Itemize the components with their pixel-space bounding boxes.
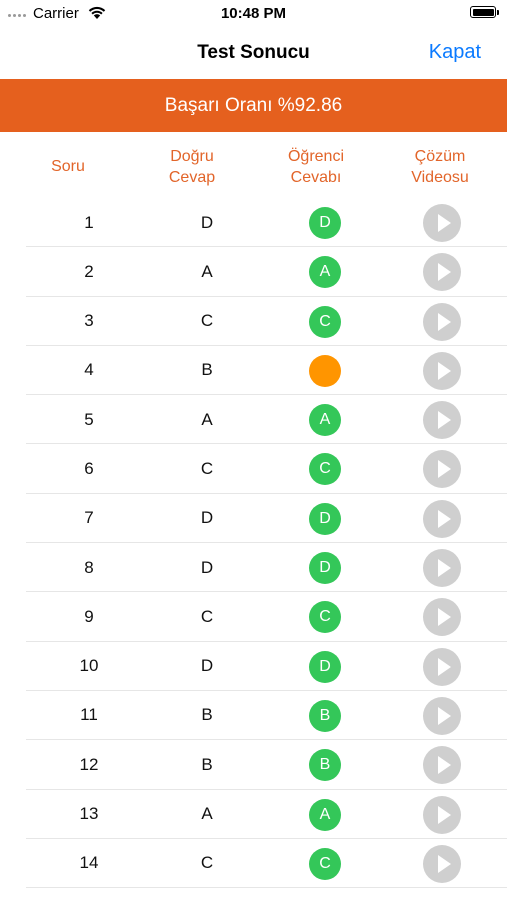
play-video-button[interactable] — [423, 450, 461, 489]
table-row: 2 A A — [26, 247, 507, 297]
column-header-student-line1: Öğrenci — [287, 148, 345, 165]
play-video-button[interactable] — [423, 795, 461, 834]
results-list: 1 D D 2 A A 3 C C 4 B 5 A A 6 C C 7 D D 8 D D 9 C C 10 D D 11 B B 12 B B 13… — [0, 198, 507, 889]
question-number: 10 — [79, 656, 99, 676]
play-video-button[interactable] — [423, 746, 461, 785]
table-row: 14 C C — [26, 839, 507, 889]
question-number: 3 — [84, 311, 94, 331]
question-number: 4 — [84, 360, 94, 380]
table-row: 3 C C — [26, 297, 507, 346]
student-answer-badge: C — [309, 305, 341, 338]
column-header-correct-line2: Cevap — [168, 169, 216, 186]
play-video-button[interactable] — [423, 647, 461, 686]
column-header-student-answer: Öğrenci Cevabı — [261, 146, 371, 188]
play-video-button[interactable] — [423, 499, 461, 538]
column-header-video-line2: Videosu — [411, 169, 469, 186]
table-row: 5 A A — [26, 395, 507, 445]
play-video-button[interactable] — [423, 204, 461, 242]
student-answer-badge: D — [309, 207, 341, 239]
question-number: 2 — [84, 261, 94, 281]
student-answer-badge: B — [309, 699, 341, 732]
table-row: 10 D D — [26, 642, 507, 691]
question-number: 11 — [80, 705, 98, 725]
play-video-button[interactable] — [423, 253, 461, 292]
battery-cap — [497, 10, 499, 15]
success-rate-banner: Başarı Oranı %92.86 — [0, 79, 507, 132]
student-answer-badge: D — [309, 502, 341, 535]
play-video-button[interactable] — [423, 401, 461, 440]
table-row: 8 D D — [26, 543, 507, 593]
correct-answer: D — [200, 508, 214, 528]
question-number: 8 — [84, 557, 94, 577]
column-header-student-line2: Cevabı — [290, 169, 342, 186]
correct-answer: D — [200, 212, 214, 232]
question-number: 1 — [84, 212, 94, 232]
table-row: 6 C C — [26, 444, 507, 494]
table-row: 9 C C — [26, 592, 507, 642]
correct-answer: A — [201, 804, 213, 824]
question-number: 7 — [84, 508, 94, 528]
column-header-correct-answer: Doğru Cevap — [137, 146, 247, 188]
student-answer-badge: A — [309, 798, 341, 831]
correct-answer: B — [201, 705, 213, 725]
table-row: 12 B B — [26, 740, 507, 790]
play-video-button[interactable] — [423, 696, 461, 735]
correct-answer: A — [201, 409, 213, 429]
status-time: 10:48 PM — [220, 5, 287, 22]
play-video-button[interactable] — [423, 302, 461, 341]
question-number: 13 — [79, 804, 99, 824]
question-number: 14 — [79, 853, 99, 873]
column-header-question-label: Soru — [51, 158, 85, 175]
correct-answer: C — [200, 311, 214, 331]
student-answer-badge: C — [309, 847, 341, 880]
question-number: 12 — [79, 754, 99, 774]
column-header-question: Soru — [13, 156, 123, 177]
correct-answer: B — [201, 754, 213, 774]
student-answer-badge: C — [309, 601, 341, 634]
table-row: 7 D D — [26, 494, 507, 544]
play-video-button[interactable] — [423, 598, 461, 637]
table-header: Soru Doğru Cevap Öğrenci Cevabı Çözüm Vi… — [0, 132, 507, 198]
student-answer-badge: C — [309, 453, 341, 486]
student-answer-badge: D — [309, 552, 341, 585]
play-video-button[interactable] — [423, 549, 461, 588]
student-answer-badge: D — [309, 650, 341, 683]
correct-answer: A — [201, 261, 213, 281]
correct-answer: C — [200, 458, 214, 478]
table-row: 13 A A — [26, 790, 507, 839]
play-video-button[interactable] — [423, 844, 461, 883]
table-row: 11 B B — [26, 691, 507, 741]
correct-answer: D — [200, 557, 214, 577]
student-answer-badge: B — [309, 749, 341, 782]
student-answer-badge: A — [309, 256, 341, 289]
question-number: 5 — [84, 409, 94, 429]
question-number: 6 — [84, 458, 94, 478]
correct-answer: C — [200, 606, 214, 626]
navigation-bar: Test Sonucu Kapat — [0, 28, 507, 79]
table-row: 1 D D — [26, 198, 507, 248]
column-header-solution-video: Çözüm Videosu — [385, 146, 495, 188]
success-rate-text: Başarı Oranı %92.86 — [164, 94, 343, 116]
correct-answer: B — [201, 360, 213, 380]
play-video-button[interactable] — [423, 351, 461, 390]
correct-answer: C — [200, 853, 214, 873]
column-header-video-line1: Çözüm — [414, 148, 466, 165]
column-header-correct-line1: Doğru — [170, 148, 214, 165]
student-answer-empty-badge — [309, 354, 341, 387]
table-row: 4B — [26, 346, 507, 396]
close-button[interactable]: Kapat — [429, 41, 481, 64]
correct-answer: D — [200, 656, 214, 676]
status-bar: Carrier 10:48 PM — [0, 0, 507, 28]
student-answer-badge: A — [309, 404, 341, 437]
question-number: 9 — [84, 606, 94, 626]
battery-icon — [470, 6, 496, 18]
